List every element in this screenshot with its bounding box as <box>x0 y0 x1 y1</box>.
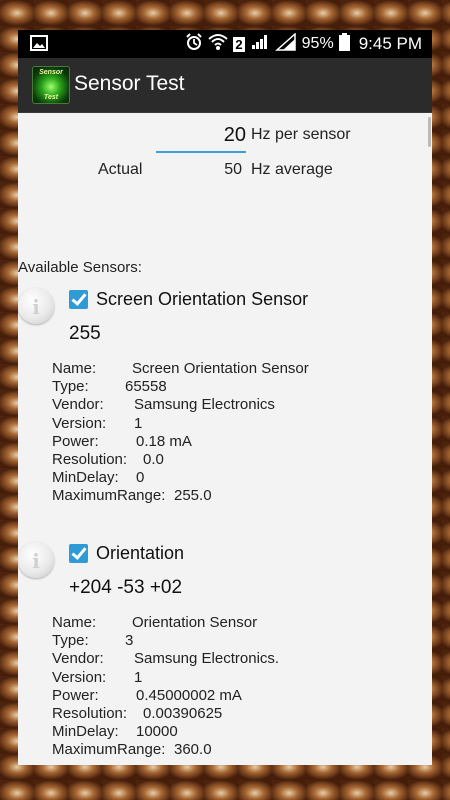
signal-2-icon <box>274 31 297 56</box>
signal-icon <box>250 33 270 56</box>
alarm-icon <box>185 32 203 56</box>
available-sensors-label: Available Sensors: <box>18 259 142 276</box>
sensor-reading: +204 -53 +02 <box>69 577 183 598</box>
hz-per-sensor-input[interactable]: 20 <box>156 121 246 153</box>
actual-value: 50 <box>224 161 242 178</box>
main-content[interactable]: 20 Hz per sensor Actual 50 Hz average Av… <box>18 113 432 765</box>
battery-percent: 95% <box>301 35 334 52</box>
status-bar: 2 95% 9:45 PM <box>18 30 432 58</box>
battery-icon <box>338 32 350 56</box>
sensor-enable-checkbox[interactable] <box>69 544 88 563</box>
info-icon[interactable]: i <box>18 542 54 578</box>
info-icon[interactable]: i <box>18 288 54 324</box>
sim-badge: 2 <box>233 36 245 52</box>
sensor-reading: 255 <box>69 323 101 344</box>
hz-per-sensor-label: Hz per sensor <box>251 126 351 143</box>
scrollbar[interactable] <box>428 117 431 147</box>
sensor-enable-checkbox[interactable] <box>69 290 88 309</box>
wifi-icon <box>208 33 229 56</box>
actual-unit-label: Hz average <box>251 161 333 178</box>
phone-screen: 2 95% 9:45 PM Sensor Test Sensor Test 20… <box>18 30 432 765</box>
app-title: Sensor Test <box>74 72 185 95</box>
action-bar: Sensor Test Sensor Test <box>18 58 432 113</box>
app-logo-icon[interactable]: Sensor Test <box>32 66 70 104</box>
sensor-title: Screen Orientation Sensor <box>96 289 309 309</box>
gallery-notification-icon <box>30 35 48 56</box>
actual-label: Actual <box>98 161 143 178</box>
sensor-title: Orientation <box>96 543 185 563</box>
clock: 9:45 PM <box>358 34 422 53</box>
